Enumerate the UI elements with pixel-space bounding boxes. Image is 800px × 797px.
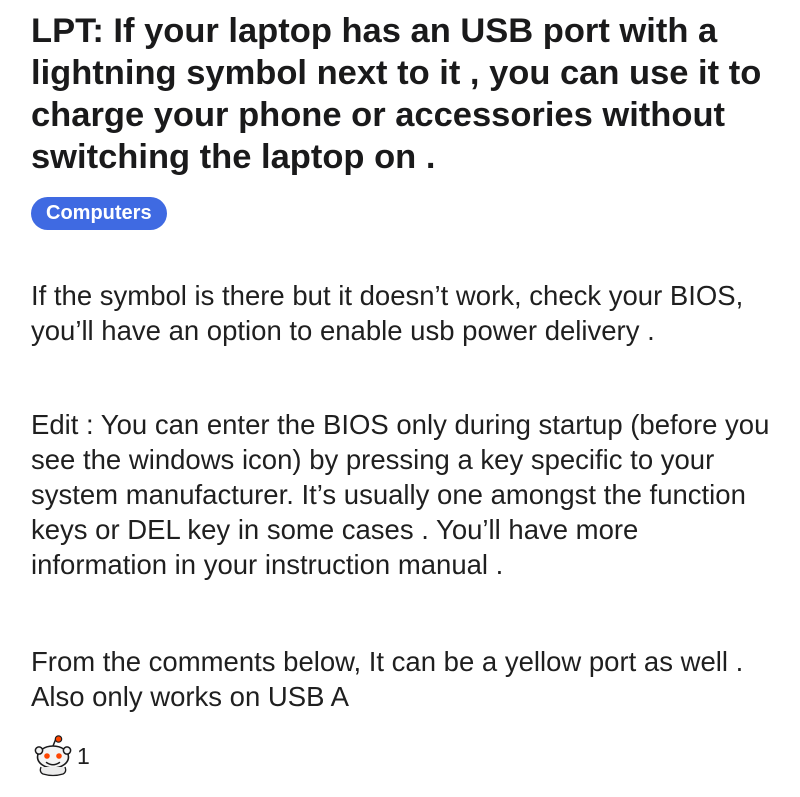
award-count: 1: [77, 742, 90, 769]
post-title[interactable]: LPT: If your laptop has an USB port with…: [31, 10, 771, 178]
snoo-award-icon: [34, 735, 72, 777]
post-body-paragraph: Edit : You can enter the BIOS only durin…: [31, 409, 770, 580]
post-body-paragraph: If the symbol is there but it doesn’t wo…: [31, 280, 744, 346]
post-flair[interactable]: Computers: [31, 197, 167, 230]
post-card: LPT: If your laptop has an USB port with…: [0, 0, 800, 797]
awards-row[interactable]: 1: [31, 734, 90, 778]
post-body-paragraph: From the comments below, It can be a yel…: [31, 646, 744, 712]
